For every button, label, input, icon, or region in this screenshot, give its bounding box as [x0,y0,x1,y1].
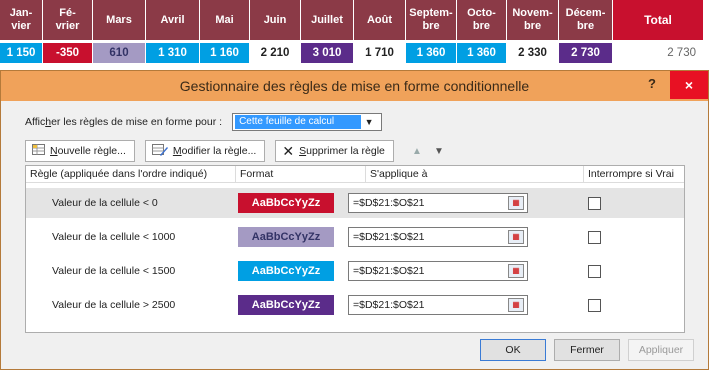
stop-if-true-checkbox[interactable] [588,196,601,210]
month-value-cell[interactable]: 2 730 [559,43,613,63]
show-rules-selected-value: Cette feuille de calcul [235,115,362,129]
month-header[interactable]: Octo- bre [457,0,507,40]
month-header[interactable]: Avril [146,0,200,40]
total-header[interactable]: Total [613,0,703,40]
range-select-icon[interactable]: ▦ [508,230,524,244]
close-icon[interactable]: × [670,71,708,99]
rules-list-header: Règle (appliquée dans l'ordre indiqué) F… [26,166,684,183]
column-applies-to: S'applique à [366,166,584,183]
chevron-down-icon[interactable]: ▼ [361,117,377,127]
format-preview: AaBbCcYyZz [238,295,334,315]
month-header-row: Jan- vier Fé- vrier Mars Avril Mai Juin Juille… [0,0,703,40]
month-value-cell[interactable]: 1 360 [457,43,507,63]
new-rule-icon [32,144,45,158]
total-value-cell[interactable]: 2 730 [613,43,703,63]
month-header[interactable]: Juin [250,0,301,40]
rule-row[interactable]: Valeur de la cellule < 1000 AaBbCcYyZz =… [26,222,684,252]
month-header[interactable]: Septem- bre [406,0,457,40]
rules-list: Règle (appliquée dans l'ordre indiqué) F… [25,165,685,333]
apply-button[interactable]: Appliquer [628,339,694,361]
help-button[interactable]: ? [648,76,656,91]
month-header[interactable]: Mars [93,0,146,40]
applies-to-input[interactable]: =$D$21:$O$21 ▦ [348,261,528,281]
month-value-cell[interactable]: 610 [93,43,146,63]
range-select-icon[interactable]: ▦ [508,196,524,210]
month-header[interactable]: Novem- bre [507,0,559,40]
dialog-buttons: OK Fermer Appliquer [472,339,694,361]
month-header[interactable]: Mai [200,0,250,40]
delete-rule-button[interactable]: ✕ Supprimer la règle [275,140,394,162]
applies-to-input[interactable]: =$D$21:$O$21 ▦ [348,193,528,213]
range-select-icon[interactable]: ▦ [508,298,524,312]
show-rules-row: Afficher les règles de mise en forme pou… [25,113,383,131]
month-value-cell[interactable]: 2 330 [507,43,559,63]
month-header[interactable]: Jan- vier [0,0,43,40]
rule-name: Valeur de la cellule < 1500 [52,265,176,277]
range-select-icon[interactable]: ▦ [508,264,524,278]
conditional-formatting-dialog: Gestionnaire des règles de mise en forme… [0,70,709,370]
month-value-cell[interactable]: 1 310 [146,43,200,63]
show-rules-label: Afficher les règles de mise en forme pou… [25,116,223,128]
value-row: 1 150 -350 610 1 310 1 160 2 210 3 010 1 710 1 3… [0,43,703,63]
spreadsheet-strip: Jan- vier Fé- vrier Mars Avril Mai Juin Juille… [0,0,709,64]
month-value-cell[interactable]: 1 160 [200,43,250,63]
month-header[interactable]: Décem- bre [559,0,613,40]
rule-row[interactable]: Valeur de la cellule > 2500 AaBbCcYyZz =… [26,290,684,320]
rule-name: Valeur de la cellule > 2500 [52,299,176,311]
x-delete-icon: ✕ [282,142,295,159]
rules-toolbar: Nouvelle règle... Modifier la règle... ✕… [25,139,685,163]
applies-to-input[interactable]: =$D$21:$O$21 ▦ [348,227,528,247]
column-stop-if-true: Interrompre si Vrai [588,168,674,180]
month-value-cell[interactable]: 1 710 [354,43,406,63]
rule-row[interactable]: Valeur de la cellule < 0 AaBbCcYyZz =$D$… [26,188,684,218]
month-header[interactable]: Août [354,0,406,40]
month-header[interactable]: Juillet [301,0,354,40]
column-format: Format [236,166,366,183]
close-button[interactable]: Fermer [554,339,620,361]
applies-to-input[interactable]: =$D$21:$O$21 ▦ [348,295,528,315]
dialog-titlebar[interactable]: Gestionnaire des règles de mise en forme… [1,71,708,101]
rule-name: Valeur de la cellule < 0 [52,197,158,209]
edit-rule-button[interactable]: Modifier la règle... [144,140,266,162]
month-value-cell[interactable]: 1 360 [406,43,457,63]
ok-button[interactable]: OK [480,339,546,361]
stop-if-true-checkbox[interactable] [588,264,601,278]
month-value-cell[interactable]: 3 010 [301,43,354,63]
dialog-title: Gestionnaire des règles de mise en forme… [179,78,530,94]
month-value-cell[interactable]: 1 150 [0,43,43,63]
rule-name: Valeur de la cellule < 1000 [52,231,176,243]
stop-if-true-checkbox[interactable] [588,230,601,244]
move-up-icon[interactable]: ▲ [408,140,426,162]
show-rules-select[interactable]: Cette feuille de calcul ▼ [232,113,383,131]
month-header[interactable]: Fé- vrier [43,0,93,40]
format-preview: AaBbCcYyZz [238,193,334,213]
column-rule: Règle (appliquée dans l'ordre indiqué) [26,166,236,183]
month-value-cell[interactable]: 2 210 [250,43,301,63]
format-preview: AaBbCcYyZz [238,261,334,281]
month-value-cell[interactable]: -350 [43,43,93,63]
move-down-icon[interactable]: ▼ [430,140,448,162]
rule-row[interactable]: Valeur de la cellule < 1500 AaBbCcYyZz =… [26,256,684,286]
format-preview: AaBbCcYyZz [238,227,334,247]
new-rule-button[interactable]: Nouvelle règle... [25,140,135,162]
stop-if-true-checkbox[interactable] [588,298,601,312]
edit-rule-icon [151,143,168,159]
